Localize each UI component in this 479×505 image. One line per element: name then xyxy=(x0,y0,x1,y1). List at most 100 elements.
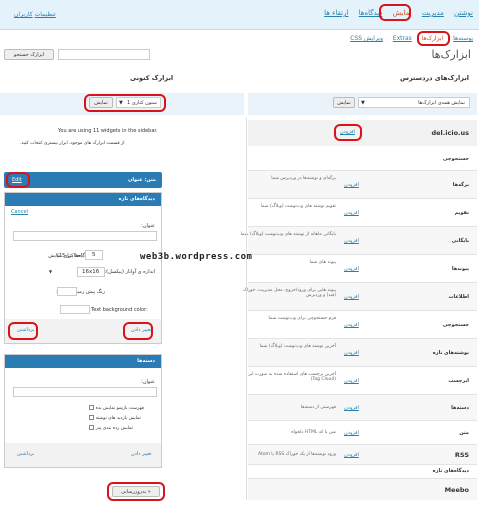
widget-add-link[interactable]: افزودن xyxy=(344,378,359,384)
widget-name: ابرچسب xyxy=(448,378,469,384)
categories-option[interactable]: فهرست بازشو نمایش بده xyxy=(89,405,144,411)
checkbox[interactable] xyxy=(89,415,94,420)
recent-comments-header: دیدگاه‌های تازه xyxy=(5,193,161,206)
widget-name: del.icio.us xyxy=(431,129,470,137)
widget-desc: آخرین برچسب های استفاده شده به صورت ابر … xyxy=(248,372,336,382)
nav-manage[interactable]: مدیریت xyxy=(422,9,444,17)
widget-add-link[interactable]: افزودن xyxy=(344,452,359,458)
watermark-text: web3b.wordpress.com xyxy=(140,252,253,262)
list-item: ابرچسب افزودن آخرین برچسب های استفاده شد… xyxy=(248,366,477,394)
column-divider xyxy=(246,118,247,500)
available-widgets-title: ابزارک‌های دردسترس xyxy=(400,74,469,82)
widget-desc: بایگانی ماهانه از نوشته های وب‌نوشت (وبل… xyxy=(240,232,336,237)
list-item: دسته‌ها افزودن فهرستی از دسته‌ها xyxy=(248,394,477,420)
list-item: برگه‌ها افزودن برگه‌ای و نوشته‌ها در ورد… xyxy=(248,170,477,198)
available-show-button[interactable]: نمایش xyxy=(333,97,355,108)
list-item: جستجوچی افزودن فرم جستجوچی برای وب‌نوشت … xyxy=(248,310,477,338)
list-item: پیوندها افزودن پیوند های شما xyxy=(248,254,477,282)
categories-remove-button[interactable]: برداشتن xyxy=(17,451,34,457)
list-item: جستجوچی xyxy=(248,146,477,170)
categories-widget: دسته‌ها Cancel عنوان: فهرست بازشو نمایش … xyxy=(4,354,162,468)
subnav-widgets-highlight xyxy=(417,31,450,46)
widget-add-link[interactable]: افزودن xyxy=(344,266,359,272)
widget-add-link[interactable]: افزودن xyxy=(344,210,359,216)
categories-title: دسته‌ها xyxy=(137,358,155,364)
recent-comments-cancel[interactable]: Cancel xyxy=(11,209,28,215)
widget-add-link[interactable]: افزودن xyxy=(344,350,359,356)
sidebar-usage-text: You are using 11 widgets in the sidebar. xyxy=(58,128,158,134)
remove-button-highlight xyxy=(8,322,38,340)
categories-option-label: نمایش رده بندی پدر xyxy=(95,426,133,431)
edit-link-highlight xyxy=(6,172,30,188)
nav-upgrades[interactable]: ارتقاء ها xyxy=(324,9,348,17)
widget-desc: پیوند های شما xyxy=(309,260,336,265)
checkbox[interactable] xyxy=(89,405,94,410)
widget-name: برگه‌ها xyxy=(452,182,469,188)
available-filter-value: نمایش همه‌ی ابزارک‌ها xyxy=(418,100,465,106)
widget-add-link[interactable]: افزودن xyxy=(344,322,359,328)
text-bg-color-input[interactable] xyxy=(60,305,90,314)
widget-name: جستجوچی xyxy=(442,156,469,162)
change-button-highlight xyxy=(123,322,153,340)
widget-name: جستجوچی xyxy=(442,322,469,328)
sub-nav: پوسته‌ها ابزارک‌ها Extras ویرایش CSS xyxy=(350,35,473,42)
widget-desc: فهرستی از دسته‌ها xyxy=(300,405,336,410)
recent-comments-title: دیدگاه‌های تازه xyxy=(118,196,155,202)
categories-title-input[interactable] xyxy=(13,387,157,397)
widget-desc: تقویم نوشته های وب‌نوشت (وبلاگ) شما xyxy=(260,204,336,209)
avatar-size-label: اندازه ی آواتار (پیکسل): xyxy=(104,269,155,275)
widget-add-link[interactable]: افزودن xyxy=(344,238,359,244)
widget-add-link[interactable]: افزودن xyxy=(344,405,359,411)
categories-option[interactable]: نمایش رده بندی پدر xyxy=(89,425,133,431)
widget-desc: فرم جستجوچی برای وب‌نوشت شما xyxy=(268,316,337,321)
search-input[interactable] xyxy=(58,49,150,60)
widget-desc: ورود نوشته‌ها از یک خوراک RSS یا Atom xyxy=(257,452,336,457)
subnav-extras[interactable]: Extras xyxy=(393,35,412,42)
sidebar-usage-hint: از قسمت ابزارک های موجود، ابزار بیشتری ا… xyxy=(20,141,125,146)
categories-option[interactable]: نمایش بازدید های نوشته xyxy=(89,415,141,421)
categories-option-label: فهرست بازشو نمایش بده xyxy=(95,406,144,411)
list-item: del.icio.us افزودن xyxy=(248,120,477,146)
available-filter-select[interactable]: نمایش همه‌ی ابزارک‌ها ▼ xyxy=(358,97,470,108)
checkbox[interactable] xyxy=(89,425,94,430)
recent-comments-title-label: عنوان: xyxy=(141,223,155,229)
comment-count-hint: (حداکثر 15) xyxy=(57,253,83,259)
bg-color-input[interactable] xyxy=(57,287,77,296)
comment-count-input[interactable]: 5 xyxy=(85,250,103,260)
list-item: نوشته‌های تازه افزودن آخرین نوشته های وب… xyxy=(248,338,477,366)
search-widgets-button[interactable]: ابزارک جستجو xyxy=(4,49,54,60)
chevron-down-icon: ▼ xyxy=(49,269,53,274)
nav-users[interactable]: کاربران xyxy=(14,11,33,18)
subnav-themes[interactable]: پوسته‌ها xyxy=(453,35,473,42)
widget-name: Meebo xyxy=(444,486,469,494)
widget-add-link[interactable]: افزودن xyxy=(344,182,359,188)
subnav-edit-css[interactable]: ویرایش CSS xyxy=(350,35,383,42)
widget-add-link[interactable]: افزودن xyxy=(344,430,359,436)
widget-name: متن xyxy=(459,430,469,436)
widget-name: بایگانی xyxy=(451,238,469,244)
widget-name: نوشته‌های تازه xyxy=(432,350,469,356)
widget-name: RSS xyxy=(454,451,469,459)
widget-desc: آخرین نوشته های وب‌نوشت (وبلاگ) شما xyxy=(259,344,336,349)
current-widgets-title: ابزارک کنونی xyxy=(130,74,174,82)
nav-design-highlight xyxy=(379,4,411,21)
categories-cancel[interactable]: Cancel xyxy=(11,361,28,367)
widgets-list: del.icio.us افزودن جستجوچی برگه‌ها افزود… xyxy=(241,120,477,500)
recent-comments-title-input[interactable] xyxy=(13,231,157,241)
widget-name: دیدگاه‌های تازه xyxy=(432,468,469,474)
nav-right-links: تنظیمات کاربران xyxy=(8,11,56,18)
widget-add-link[interactable]: افزودن xyxy=(344,294,359,300)
list-item: بایگانی افزودن بایگانی ماهانه از نوشته ه… xyxy=(241,226,477,254)
categories-title-label: عنوان: xyxy=(141,379,155,385)
chevron-down-icon: ▼ xyxy=(361,100,365,106)
widget-name: اطلاعات xyxy=(448,294,469,300)
categories-change-button[interactable]: تغییر دادن xyxy=(131,451,152,457)
widget-name: تقویم xyxy=(454,210,469,216)
page-title: ابزارک‌ها xyxy=(431,48,471,61)
avatar-size-value: 16x16 xyxy=(82,269,100,275)
widget-name: دسته‌ها xyxy=(451,405,469,411)
nav-settings[interactable]: تنظیمات xyxy=(35,11,56,18)
nav-write[interactable]: نوشتن xyxy=(454,9,473,17)
avatar-size-select[interactable]: 16x16 xyxy=(77,267,105,277)
list-item: Meebo xyxy=(248,478,477,500)
